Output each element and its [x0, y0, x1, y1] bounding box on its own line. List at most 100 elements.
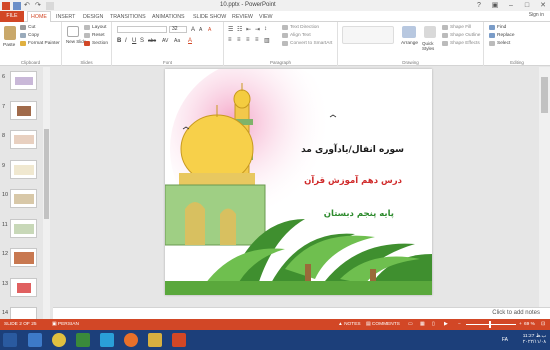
shadow-icon[interactable]: S — [140, 38, 144, 44]
arrange-button[interactable]: Arrange — [401, 41, 418, 46]
start-slideshow-icon[interactable] — [46, 1, 54, 10]
language-tray[interactable]: FA — [502, 337, 508, 343]
redo-icon[interactable]: ↷ — [35, 2, 43, 10]
reset-button[interactable]: Reset — [84, 33, 105, 38]
language-indicator[interactable]: ▣ PERSIAN — [52, 322, 79, 327]
columns-icon[interactable]: ▥ — [264, 37, 270, 44]
align-text-button[interactable]: Align Text — [282, 33, 311, 38]
thumbnails-scrollbar[interactable] — [43, 67, 50, 319]
quick-styles-icon[interactable] — [424, 26, 436, 38]
slide-grade-line[interactable]: پایه پنجم دبستان — [324, 209, 394, 219]
zoom-level[interactable]: 69 % — [524, 322, 535, 327]
tray-date[interactable]: ۲۰۲۲/۱۱/۰۸ — [523, 340, 546, 346]
char-spacing-icon[interactable]: AV — [162, 38, 168, 44]
firefox-icon[interactable] — [124, 333, 138, 347]
notes-placeholder[interactable]: Click to add notes — [492, 310, 540, 316]
sign-in-link[interactable]: Sign in — [529, 12, 544, 18]
slide-thumbnail[interactable] — [10, 71, 37, 90]
media-app-icon[interactable] — [76, 333, 90, 347]
bullets-icon[interactable]: ☰ — [228, 26, 233, 33]
file-explorer-icon[interactable] — [148, 333, 162, 347]
scrollbar-thumb[interactable] — [44, 129, 49, 219]
tab-review[interactable]: REVIEW — [232, 12, 253, 22]
scrollbar-thumb[interactable] — [541, 77, 548, 113]
slide-subtitle-line[interactable]: درس دهم آموزش قرآن — [304, 176, 402, 186]
slide-thumbnail[interactable] — [10, 219, 37, 238]
italic-icon[interactable]: I — [125, 38, 127, 44]
tab-slideshow[interactable]: SLIDE SHOW — [193, 12, 226, 22]
tab-view[interactable]: VIEW — [259, 12, 273, 22]
shapes-gallery[interactable] — [342, 26, 394, 44]
cut-button[interactable]: Cut — [20, 25, 35, 30]
slide-thumbnail[interactable] — [10, 307, 37, 319]
shape-effects-button[interactable]: Shape Effects — [442, 41, 480, 46]
tab-transitions[interactable]: TRANSITIONS — [110, 12, 146, 22]
align-center-icon[interactable]: ≡ — [237, 37, 241, 43]
slide-thumbnail[interactable] — [10, 248, 37, 267]
paste-button[interactable]: Paste — [3, 43, 15, 48]
smartart-button[interactable]: Convert to SmartArt — [282, 41, 332, 46]
zoom-in-icon[interactable]: + — [519, 322, 522, 327]
section-button[interactable]: Section — [84, 41, 108, 46]
slide-thumbnail[interactable] — [10, 278, 37, 297]
normal-view-icon[interactable]: ▭ — [408, 322, 413, 327]
justify-icon[interactable]: ≡ — [255, 37, 259, 43]
minimize-icon[interactable]: – — [506, 1, 516, 9]
slide-thumbnail[interactable] — [10, 160, 37, 179]
increase-indent-icon[interactable]: ⇥ — [255, 26, 260, 33]
replace-button[interactable]: Replace — [489, 33, 515, 38]
decrease-indent-icon[interactable]: ⇤ — [246, 26, 251, 33]
font-color-icon[interactable]: A — [188, 38, 192, 44]
align-right-icon[interactable]: ≡ — [246, 37, 250, 43]
grow-font-icon[interactable]: A — [191, 27, 195, 33]
slide-sorter-icon[interactable]: ▦ — [420, 322, 425, 327]
shape-fill-button[interactable]: Shape Fill — [442, 25, 471, 30]
notes-toggle[interactable]: ▲ NOTES — [338, 322, 361, 327]
change-case-icon[interactable]: Aa — [174, 38, 180, 44]
current-slide[interactable]: سوره انفال/یادآوری مد درس دهم آموزش قرآن… — [165, 69, 432, 295]
zoom-slider-handle[interactable] — [489, 321, 491, 328]
tab-animations[interactable]: ANIMATIONS — [152, 12, 185, 22]
fit-slide-icon[interactable]: ⊡ — [541, 322, 545, 327]
clear-format-icon[interactable]: A — [208, 27, 211, 33]
tab-insert[interactable]: INSERT — [56, 12, 75, 22]
zoom-out-icon[interactable]: − — [458, 322, 461, 327]
strikethrough-icon[interactable]: abc — [148, 38, 156, 44]
powerpoint-taskbar-icon[interactable] — [172, 333, 186, 347]
slide-thumbnail[interactable] — [10, 101, 37, 120]
arrange-icon[interactable] — [402, 26, 416, 38]
slideshow-view-icon[interactable]: ▶ — [444, 322, 448, 327]
tab-design[interactable]: DESIGN — [83, 12, 103, 22]
start-button-icon[interactable] — [3, 333, 17, 347]
telegram-icon[interactable] — [28, 333, 42, 347]
slide-thumbnail[interactable] — [10, 130, 37, 149]
select-button[interactable]: Select — [489, 41, 510, 46]
line-spacing-icon[interactable]: ↕ — [264, 26, 267, 32]
font-name-box[interactable] — [117, 26, 167, 33]
tab-file[interactable]: FILE — [0, 11, 24, 22]
new-slide-icon[interactable] — [67, 26, 79, 37]
shape-outline-button[interactable]: Shape Outline — [442, 33, 480, 38]
font-size-box[interactable]: 32 — [169, 26, 187, 33]
paste-icon[interactable] — [4, 26, 16, 40]
slide-scrollbar[interactable] — [539, 67, 550, 307]
zoom-slider[interactable] — [466, 324, 516, 325]
chrome-icon[interactable] — [52, 333, 66, 347]
text-direction-button[interactable]: Text Direction — [282, 25, 319, 30]
shrink-font-icon[interactable]: A — [199, 27, 202, 33]
save-icon[interactable] — [13, 1, 21, 10]
bold-icon[interactable]: B — [117, 38, 121, 44]
help-icon[interactable]: ? — [474, 1, 484, 9]
slide-title-line[interactable]: سوره انفال/یادآوری مد — [301, 145, 404, 155]
numbering-icon[interactable]: ☷ — [237, 26, 242, 33]
edge-icon[interactable] — [100, 333, 114, 347]
copy-button[interactable]: Copy — [20, 33, 39, 38]
ribbon-display-icon[interactable]: ▣ — [490, 1, 500, 9]
maximize-icon[interactable]: □ — [522, 1, 532, 9]
find-button[interactable]: Find — [489, 25, 506, 30]
comments-toggle[interactable]: ▤ COMMENTS — [366, 322, 400, 327]
quick-styles-button[interactable]: Quick Styles — [422, 41, 438, 51]
layout-button[interactable]: Layout — [84, 25, 106, 30]
align-left-icon[interactable]: ≡ — [228, 37, 232, 43]
underline-icon[interactable]: U — [132, 38, 136, 44]
